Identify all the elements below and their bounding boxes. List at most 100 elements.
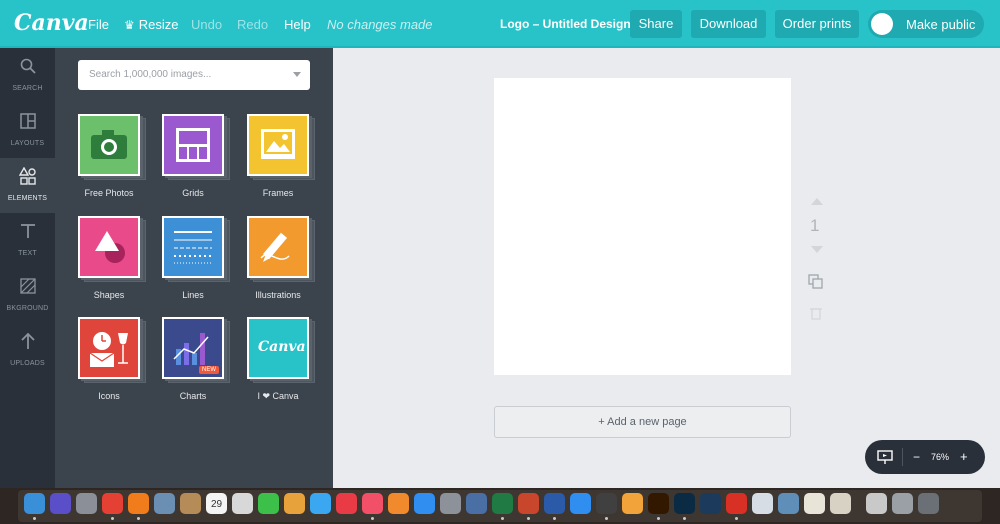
order-prints-button[interactable]: Order prints: [775, 10, 859, 38]
dock-chrome-icon[interactable]: [102, 493, 123, 514]
tile-charts[interactable]: NEW: [162, 317, 230, 383]
nav-uploads-label: UPLOADS: [10, 360, 45, 367]
menu-file[interactable]: File: [88, 17, 109, 32]
elements-icon: [18, 167, 36, 185]
dock-acrobat-icon[interactable]: [726, 493, 747, 514]
canva-logo-icon: Canva: [247, 317, 309, 379]
download-button[interactable]: Download: [691, 10, 766, 38]
menu-undo[interactable]: Undo: [191, 17, 222, 32]
nav-text[interactable]: TEXT: [0, 213, 55, 268]
dock-notes-box-icon[interactable]: [180, 493, 201, 514]
share-button[interactable]: Share: [630, 10, 682, 38]
uploads-icon: [20, 332, 35, 349]
dock-safari-icon[interactable]: [570, 493, 591, 514]
canva-logo[interactable]: Canva: [14, 10, 89, 36]
dock-launchpad-icon[interactable]: [76, 493, 97, 514]
top-bar: Canva File ♛ Resize Undo Redo Help No cha…: [0, 0, 1000, 48]
dock-font-book-icon[interactable]: [830, 493, 851, 514]
page-number: 1: [810, 216, 820, 235]
tile-label: I ❤ Canva: [257, 391, 299, 401]
zoom-controls: − 76% +: [865, 440, 985, 474]
dock-calendar-icon[interactable]: 29: [206, 493, 227, 514]
dock-system-prefs-icon[interactable]: [440, 493, 461, 514]
chevron-down-icon[interactable]: [293, 72, 301, 77]
dock-siri-icon[interactable]: [50, 493, 71, 514]
page-down-icon[interactable]: [811, 246, 823, 253]
dock-word-icon[interactable]: [544, 493, 565, 514]
dock-proxy-icon[interactable]: [466, 493, 487, 514]
duplicate-page-icon[interactable]: [808, 274, 824, 290]
trash-page-icon[interactable]: [809, 306, 823, 320]
menu-redo[interactable]: Redo: [237, 17, 268, 32]
dock-music-icon[interactable]: [362, 493, 383, 514]
dock-screenshot-icon[interactable]: [778, 493, 799, 514]
dock-istat-icon[interactable]: [622, 493, 643, 514]
dock-skitch-icon[interactable]: [866, 493, 887, 514]
nav-background-label: BKGROUND: [6, 305, 49, 312]
dock-finder-icon[interactable]: [24, 493, 45, 514]
dock-facetime-icon[interactable]: [258, 493, 279, 514]
dock-photoshop-icon[interactable]: [674, 493, 695, 514]
tile-shapes[interactable]: [78, 216, 146, 282]
frame-icon: [247, 114, 309, 176]
nav-elements[interactable]: ELEMENTS: [0, 158, 55, 213]
dock-running-indicator: [735, 517, 738, 520]
page-up-icon[interactable]: [811, 198, 823, 205]
dock-preview-icon[interactable]: [154, 493, 175, 514]
make-public-toggle[interactable]: Make public: [868, 10, 984, 38]
toggle-knob: [871, 13, 893, 35]
dock-cloud-icon[interactable]: [752, 493, 773, 514]
tile-grids[interactable]: [162, 114, 230, 180]
nav-search-label: SEARCH: [12, 85, 43, 92]
dock-powerpoint-icon[interactable]: [518, 493, 539, 514]
tile-frames[interactable]: [247, 114, 315, 180]
design-title[interactable]: Logo – Untitled Design: [500, 17, 631, 31]
canvas-workspace: 1 + Add a new page − 76% +: [333, 48, 1000, 488]
dock-running-indicator: [683, 517, 686, 520]
dock-app-store-icon[interactable]: [414, 493, 435, 514]
zoom-in-button[interactable]: +: [960, 449, 968, 464]
design-page[interactable]: [494, 78, 791, 375]
nav-text-label: TEXT: [18, 250, 37, 257]
dock-photos-viewer-icon[interactable]: [232, 493, 253, 514]
dock-trash-icon[interactable]: [918, 493, 939, 514]
tile-free-photos[interactable]: [78, 114, 146, 180]
nav-layouts[interactable]: LAYOUTS: [0, 103, 55, 158]
dock-photos-icon[interactable]: [284, 493, 305, 514]
dock-printer-icon[interactable]: [892, 493, 913, 514]
nav-uploads[interactable]: UPLOADS: [0, 323, 55, 378]
tile-lines[interactable]: [162, 216, 230, 282]
add-page-button[interactable]: + Add a new page: [494, 406, 791, 438]
nav-search[interactable]: SEARCH: [0, 48, 55, 103]
dock-running-indicator: [553, 517, 556, 520]
dock-text-edit-icon[interactable]: [804, 493, 825, 514]
menu-resize[interactable]: ♛ Resize: [124, 17, 179, 32]
dock-activity-icon[interactable]: [596, 493, 617, 514]
tile-icons[interactable]: [78, 317, 146, 383]
tile-illustrations[interactable]: [247, 216, 315, 282]
dock-messages-icon[interactable]: [310, 493, 331, 514]
dock-firefox-icon[interactable]: [128, 493, 149, 514]
dock-running-indicator: [501, 517, 504, 520]
tile-i-love-canva[interactable]: Canva: [247, 317, 315, 383]
dock-books-icon[interactable]: [388, 493, 409, 514]
dock-excel-icon[interactable]: [492, 493, 513, 514]
zoom-level[interactable]: 76%: [931, 452, 949, 462]
menu-help[interactable]: Help: [284, 17, 311, 32]
dock-illustrator-icon[interactable]: [648, 493, 669, 514]
dock-steam-icon[interactable]: [700, 493, 721, 514]
dock-running-indicator: [657, 517, 660, 520]
dock-news-icon[interactable]: [336, 493, 357, 514]
save-status: No changes made: [327, 17, 433, 32]
tile-label: Icons: [98, 391, 120, 401]
clock-glass-icon: [78, 317, 140, 379]
left-nav: SEARCH LAYOUTS ELEMENTS TEXT BKGROUND UP…: [0, 48, 55, 488]
tile-label: Lines: [182, 290, 204, 300]
zoom-out-button[interactable]: −: [913, 450, 920, 464]
make-public-label: Make public: [906, 17, 976, 32]
tile-label: Shapes: [93, 290, 125, 300]
nav-background[interactable]: BKGROUND: [0, 268, 55, 323]
image-search-input[interactable]: Search 1,000,000 images...: [78, 60, 310, 90]
present-icon[interactable]: [877, 449, 893, 465]
shapes-icon: [78, 216, 140, 278]
